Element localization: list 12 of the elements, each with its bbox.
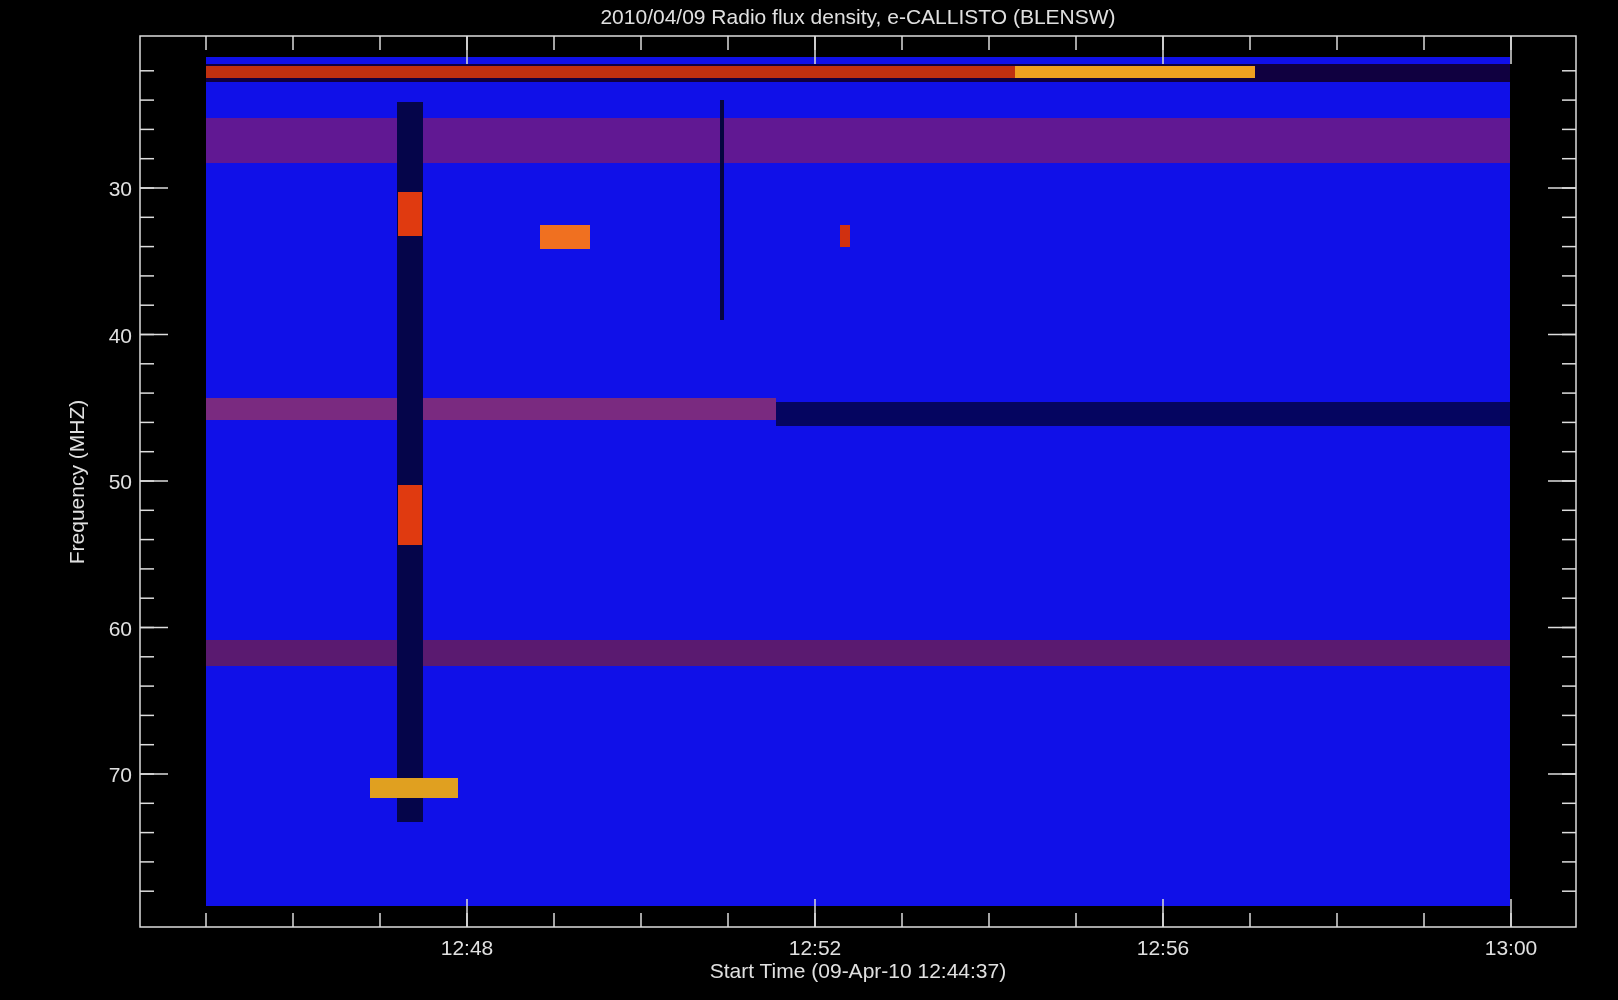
y-tick-label: 30	[108, 177, 132, 200]
y-tick-label: 40	[108, 323, 132, 347]
x-tick-label: 13:00	[1484, 936, 1538, 959]
x-tick-label: 12:48	[440, 936, 494, 959]
x-axis-label: Start Time (09-Apr-10 12:44:37)	[709, 959, 1007, 982]
x-tick-label: 12:52	[788, 936, 842, 959]
x-tick-label: 12:56	[1136, 936, 1190, 959]
y-axis-label: Frequency (MHZ)	[65, 399, 88, 565]
y-tick-label: 60	[108, 616, 132, 640]
y-tick-label: 50	[108, 470, 132, 493]
y-tick-label: 70	[108, 763, 132, 786]
plot-title: 2010/04/09 Radio flux density, e-CALLISTO (BLENSW)	[600, 5, 1116, 28]
